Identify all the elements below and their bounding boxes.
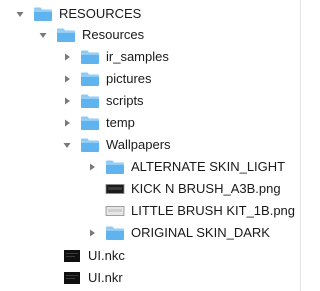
- tree-row-label: UI.nkc: [88, 248, 125, 263]
- disclosure-triangle-collapsed-icon[interactable]: [61, 51, 73, 63]
- disclosure-triangle-collapsed-icon[interactable]: [86, 227, 98, 239]
- tree-row-label: scripts: [106, 93, 144, 108]
- folder-icon: [80, 49, 100, 65]
- disclosure-triangle-expanded-icon[interactable]: [37, 29, 49, 41]
- tree-row-label: ir_samples: [106, 49, 169, 64]
- tree-row-little-brush-kit-png[interactable]: LITTLE BRUSH KIT_1B.png: [0, 200, 300, 222]
- png-thumbnail-light-icon: [105, 206, 125, 216]
- tree-row-wallpapers[interactable]: Wallpapers: [0, 134, 300, 156]
- tree-row-scripts[interactable]: scripts: [0, 90, 300, 112]
- folder-icon: [80, 71, 100, 87]
- png-thumbnail-dark-icon: [105, 184, 125, 194]
- tree-row-temp[interactable]: temp: [0, 112, 300, 134]
- disclosure-triangle-collapsed-icon[interactable]: [61, 95, 73, 107]
- tree-row-label: Wallpapers: [106, 137, 171, 152]
- tree-row-alternate-skin-light[interactable]: ALTERNATE SKIN_LIGHT: [0, 156, 300, 178]
- folder-icon: [56, 27, 76, 43]
- folder-icon: [33, 6, 53, 22]
- tree-row-label: RESOURCES: [59, 6, 142, 21]
- folder-icon: [80, 93, 100, 109]
- folder-icon: [80, 115, 100, 131]
- tree-row-label: ALTERNATE SKIN_LIGHT: [131, 159, 286, 174]
- disclosure-triangle-collapsed-icon[interactable]: [61, 73, 73, 85]
- tree-row-resources-root[interactable]: RESOURCES: [0, 3, 300, 25]
- disclosure-triangle-expanded-icon[interactable]: [61, 139, 73, 151]
- tree-row-label: UI.nkr: [88, 270, 123, 285]
- tree-row-kick-n-brush-png[interactable]: KICK N BRUSH_A3B.png: [0, 178, 300, 200]
- tree-row-pictures[interactable]: pictures: [0, 68, 300, 90]
- folder-icon: [80, 137, 100, 153]
- tree-row-label: LITTLE BRUSH KIT_1B.png: [131, 203, 296, 218]
- tree-row-ir-samples[interactable]: ir_samples: [0, 46, 300, 68]
- tree-row-label: temp: [106, 115, 135, 130]
- document-dark-icon: [64, 272, 80, 284]
- folder-icon: [105, 159, 125, 175]
- tree-row-label: pictures: [106, 71, 152, 86]
- tree-row-ui-nkr[interactable]: UI.nkr: [0, 267, 300, 289]
- finder-outline-view: RESOURCES Resources ir_samples pictures …: [0, 0, 301, 291]
- disclosure-triangle-collapsed-icon[interactable]: [61, 117, 73, 129]
- tree-row-resources[interactable]: Resources: [0, 24, 300, 46]
- tree-row-ui-nkc[interactable]: UI.nkc: [0, 245, 300, 267]
- disclosure-triangle-collapsed-icon[interactable]: [86, 161, 98, 173]
- disclosure-triangle-expanded-icon[interactable]: [14, 8, 26, 20]
- tree-row-label: ORIGINAL SKIN_DARK: [131, 225, 270, 240]
- document-dark-icon: [64, 250, 80, 262]
- tree-row-label: Resources: [82, 27, 145, 42]
- folder-icon: [105, 225, 125, 241]
- tree-row-label: KICK N BRUSH_A3B.png: [131, 181, 281, 196]
- tree-row-original-skin-dark[interactable]: ORIGINAL SKIN_DARK: [0, 222, 300, 244]
